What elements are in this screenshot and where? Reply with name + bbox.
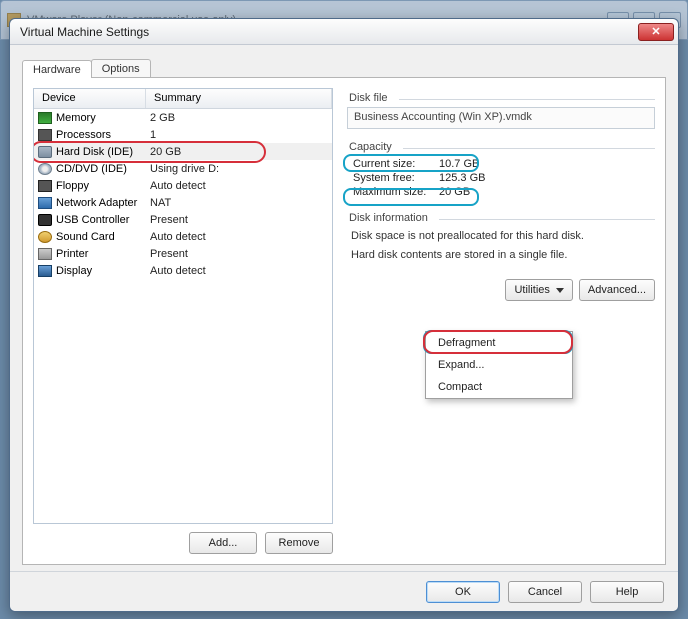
device-summary: Using drive D: [150, 163, 219, 175]
vm-settings-dialog: Virtual Machine Settings ✕ Hardware Opti… [9, 18, 679, 612]
capacity-max-row: Maximum size: 20 GB [349, 185, 653, 199]
group-capacity: Capacity Current size: 10.7 GB System fr… [347, 137, 655, 200]
device-row[interactable]: PrinterPresent [34, 245, 332, 262]
chevron-down-icon [556, 288, 564, 293]
device-summary: 2 GB [150, 112, 175, 124]
device-summary: Auto detect [150, 180, 206, 192]
device-row[interactable]: FloppyAuto detect [34, 177, 332, 194]
device-name: Network Adapter [56, 197, 150, 209]
device-summary: Present [150, 214, 188, 226]
menu-item-expand[interactable]: Expand... [426, 354, 572, 376]
capacity-free-value: 125.3 GB [439, 172, 485, 184]
disk-info-label: Disk information [347, 212, 655, 224]
capacity-max-label: Maximum size: [353, 186, 439, 198]
device-name: Processors [56, 129, 150, 141]
device-icon [38, 214, 52, 226]
capacity-label: Capacity [347, 141, 655, 153]
help-button[interactable]: Help [590, 581, 664, 603]
capacity-current-value: 10.7 GB [439, 158, 479, 170]
menu-item-defragment-label: Defragment [438, 337, 495, 349]
device-name: USB Controller [56, 214, 150, 226]
close-icon: ✕ [651, 25, 660, 38]
disk-info-line2: Hard disk contents are stored in a singl… [347, 246, 655, 265]
device-name: Printer [56, 248, 150, 260]
device-name: Display [56, 265, 150, 277]
device-icon [38, 112, 52, 124]
capacity-free-row: System free: 125.3 GB [349, 171, 653, 185]
cancel-button[interactable]: Cancel [508, 581, 582, 603]
column-summary[interactable]: Summary [146, 89, 332, 108]
capacity-max-value: 20 GB [439, 186, 470, 198]
disk-file-field[interactable]: Business Accounting (Win XP).vmdk [347, 107, 655, 129]
device-name: Floppy [56, 180, 150, 192]
column-device[interactable]: Device [34, 89, 146, 108]
device-name: CD/DVD (IDE) [56, 163, 150, 175]
device-icon [38, 248, 52, 260]
tab-options[interactable]: Options [91, 59, 151, 77]
device-row[interactable]: Memory2 GB [34, 109, 332, 126]
device-summary: Present [150, 248, 188, 260]
device-icon [38, 146, 52, 158]
advanced-button[interactable]: Advanced... [579, 279, 655, 301]
add-button[interactable]: Add... [189, 532, 257, 554]
tab-hardware[interactable]: Hardware [22, 60, 92, 78]
device-icon [38, 231, 52, 243]
group-disk-information: Disk information Disk space is not preal… [347, 208, 655, 265]
device-row[interactable]: Sound CardAuto detect [34, 228, 332, 245]
tab-page-hardware: Device Summary Memory2 GBProcessors1Hard… [22, 77, 666, 565]
device-list[interactable]: Device Summary Memory2 GBProcessors1Hard… [33, 88, 333, 524]
device-summary: Auto detect [150, 265, 206, 277]
device-row[interactable]: Network AdapterNAT [34, 194, 332, 211]
dialog-title: Virtual Machine Settings [20, 25, 149, 39]
utilities-button-label: Utilities [514, 284, 549, 296]
device-list-header: Device Summary [34, 89, 332, 109]
device-row[interactable]: DisplayAuto detect [34, 262, 332, 279]
dialog-titlebar: Virtual Machine Settings ✕ [10, 19, 678, 45]
remove-button[interactable]: Remove [265, 532, 333, 554]
ok-button[interactable]: OK [426, 581, 500, 603]
device-row[interactable]: Hard Disk (IDE)20 GB [34, 143, 332, 160]
device-row[interactable]: USB ControllerPresent [34, 211, 332, 228]
capacity-current-label: Current size: [353, 158, 439, 170]
utilities-button[interactable]: Utilities [505, 279, 572, 301]
device-summary: Auto detect [150, 231, 206, 243]
device-icon [38, 180, 52, 192]
capacity-current-row: Current size: 10.7 GB [349, 157, 653, 171]
device-icon [38, 129, 52, 141]
device-icon [38, 163, 52, 175]
device-row[interactable]: Processors1 [34, 126, 332, 143]
device-summary: 20 GB [150, 146, 181, 158]
disk-info-line1: Disk space is not preallocated for this … [347, 227, 655, 246]
device-icon [38, 265, 52, 277]
device-name: Hard Disk (IDE) [56, 146, 150, 158]
menu-item-compact-label: Compact [438, 381, 482, 393]
close-button[interactable]: ✕ [638, 23, 674, 41]
device-name: Memory [56, 112, 150, 124]
menu-item-compact[interactable]: Compact [426, 376, 572, 398]
device-summary: 1 [150, 129, 156, 141]
disk-file-label: Disk file [347, 92, 655, 104]
utilities-menu: Defragment Expand... Compact [425, 331, 573, 399]
capacity-free-label: System free: [353, 172, 439, 184]
device-summary: NAT [150, 197, 171, 209]
group-disk-file: Disk file Business Accounting (Win XP).v… [347, 88, 655, 129]
device-row[interactable]: CD/DVD (IDE)Using drive D: [34, 160, 332, 177]
menu-item-defragment[interactable]: Defragment [426, 332, 572, 354]
device-name: Sound Card [56, 231, 150, 243]
device-icon [38, 197, 52, 209]
